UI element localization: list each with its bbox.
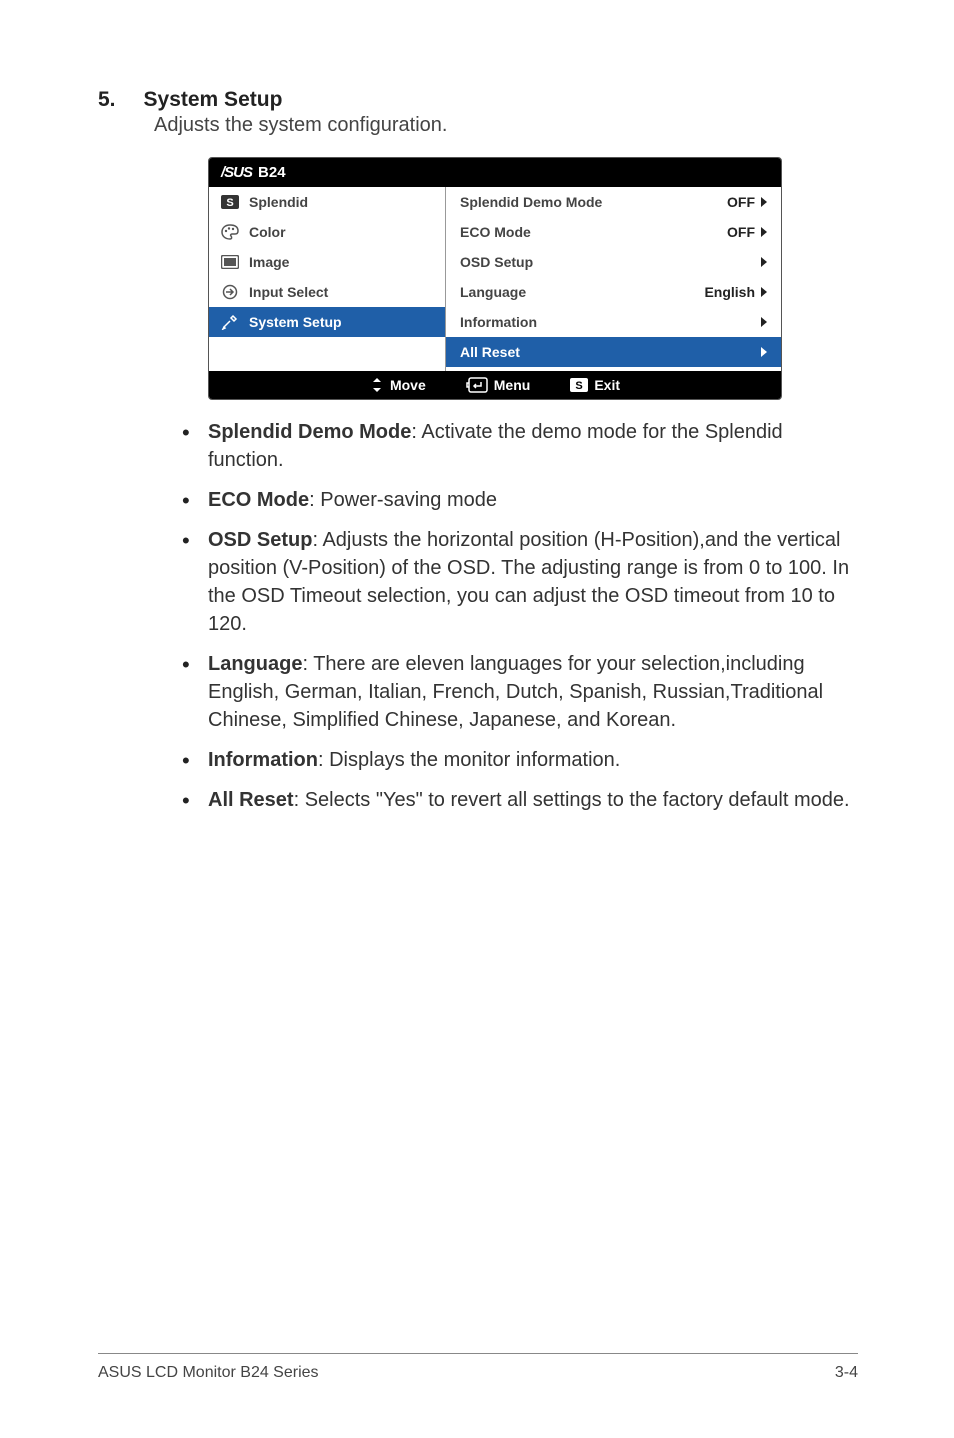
section-subtitle: Adjusts the system configuration.: [154, 114, 858, 137]
osd-right-value: OFF: [727, 224, 767, 240]
section-header: 5. System Setup: [98, 88, 858, 112]
list-item: Language: There are eleven languages for…: [182, 650, 858, 734]
section-title: System Setup: [144, 88, 283, 112]
osd-body: S Splendid Color Image Input Select: [209, 187, 781, 371]
updown-icon: [370, 377, 384, 393]
osd-left-label: Image: [249, 254, 289, 270]
svg-text:S: S: [226, 197, 233, 209]
osd-right-value: OFF: [727, 194, 767, 210]
osd-left-menu: S Splendid Color Image Input Select: [209, 187, 446, 371]
osd-left-item-image[interactable]: Image: [209, 247, 445, 277]
osd-left-label: Input Select: [249, 284, 328, 300]
osd-right-label: Information: [460, 314, 537, 330]
osd-left-label: Color: [249, 224, 286, 240]
notes-list: Splendid Demo Mode: Activate the demo mo…: [182, 418, 858, 814]
osd-titlebar: /SUS B24: [209, 158, 781, 187]
osd-right-value: [761, 317, 767, 327]
osd-right-label: ECO Mode: [460, 224, 531, 240]
osd-panel: /SUS B24 S Splendid Color Image: [208, 157, 782, 400]
chevron-right-icon: [761, 227, 767, 237]
section-number: 5.: [98, 88, 116, 112]
osd-footer: Move Menu S Exit: [209, 371, 781, 399]
page-footer: ASUS LCD Monitor B24 Series 3-4: [98, 1353, 858, 1382]
footer-left: ASUS LCD Monitor B24 Series: [98, 1364, 319, 1382]
enter-icon: [466, 377, 488, 393]
footer-right: 3-4: [835, 1364, 858, 1382]
list-item: Splendid Demo Mode: Activate the demo mo…: [182, 418, 858, 474]
chevron-right-icon: [761, 287, 767, 297]
osd-model: B24: [258, 164, 286, 181]
osd-right-label: All Reset: [460, 344, 520, 360]
osd-right-label: Splendid Demo Mode: [460, 194, 602, 210]
osd-right-item-all-reset[interactable]: All Reset: [446, 337, 781, 367]
osd-right-label: OSD Setup: [460, 254, 533, 270]
page: 5. System Setup Adjusts the system confi…: [0, 0, 954, 1438]
osd-left-label: System Setup: [249, 314, 342, 330]
osd-right-item-eco[interactable]: ECO Mode OFF: [446, 217, 781, 247]
chevron-right-icon: [761, 347, 767, 357]
osd-left-item-splendid[interactable]: S Splendid: [209, 187, 445, 217]
image-icon: [221, 254, 239, 270]
s-key-icon: S: [570, 378, 588, 392]
osd-right-label: Language: [460, 284, 526, 300]
chevron-right-icon: [761, 317, 767, 327]
osd-footer-exit: S Exit: [570, 377, 620, 393]
osd-right-item-language[interactable]: Language English: [446, 277, 781, 307]
chevron-right-icon: [761, 257, 767, 267]
osd-left-item-system-setup[interactable]: System Setup: [209, 307, 445, 337]
osd-footer-menu: Menu: [466, 377, 531, 393]
s-icon: S: [221, 194, 239, 210]
list-item: Information: Displays the monitor inform…: [182, 746, 858, 774]
osd-right-value: [761, 347, 767, 357]
list-item: All Reset: Selects "Yes" to revert all s…: [182, 786, 858, 814]
input-icon: [221, 284, 239, 300]
osd-right-value: English: [704, 284, 767, 300]
palette-icon: [221, 224, 239, 240]
list-item: OSD Setup: Adjusts the horizontal positi…: [182, 526, 858, 638]
osd-footer-move: Move: [370, 377, 426, 393]
osd-left-item-color[interactable]: Color: [209, 217, 445, 247]
osd-right-value: [761, 257, 767, 267]
osd-right-item-information[interactable]: Information: [446, 307, 781, 337]
tools-icon: [221, 314, 239, 330]
osd-left-label: Splendid: [249, 194, 308, 210]
osd-right-menu: Splendid Demo Mode OFF ECO Mode OFF OSD …: [446, 187, 781, 371]
svg-text:S: S: [576, 380, 583, 392]
chevron-right-icon: [761, 197, 767, 207]
asus-logo: /SUS: [221, 164, 252, 181]
osd-right-item-osd-setup[interactable]: OSD Setup: [446, 247, 781, 277]
list-item: ECO Mode: Power-saving mode: [182, 486, 858, 514]
osd-left-item-input[interactable]: Input Select: [209, 277, 445, 307]
osd-right-item-splendid-demo[interactable]: Splendid Demo Mode OFF: [446, 187, 781, 217]
